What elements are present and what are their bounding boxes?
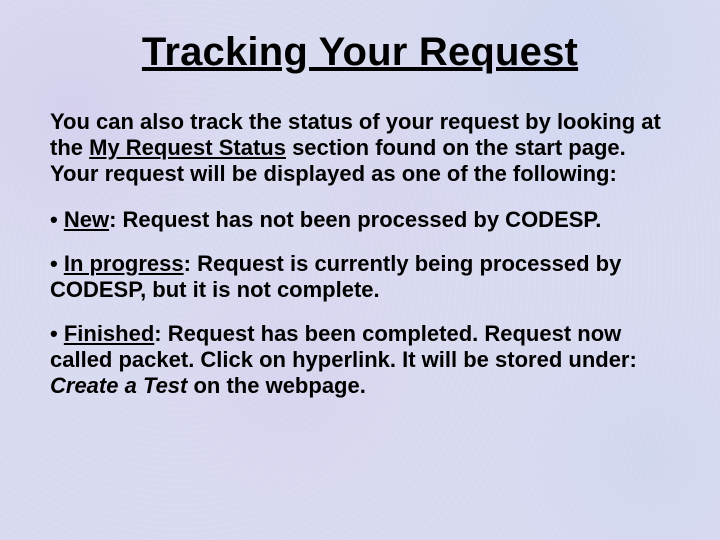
page-title: Tracking Your Request (50, 30, 670, 75)
intro-section-name: My Request Status (89, 135, 286, 160)
bullet-marker: • (50, 207, 64, 232)
intro-paragraph: You can also track the status of your re… (50, 109, 670, 187)
bullet-text-after: on the webpage. (187, 373, 365, 398)
slide: Tracking Your Request You can also track… (0, 0, 720, 540)
bullet-label-new: New (64, 207, 109, 232)
bullet-marker: • (50, 251, 64, 276)
bullet-label-in-progress: In progress (64, 251, 184, 276)
bullet-in-progress: • In progress: Request is currently bein… (50, 251, 670, 303)
bullet-italic-create-a-test: Create a Test (50, 373, 187, 398)
bullet-marker: • (50, 321, 64, 346)
bullet-text: : Request has not been processed by CODE… (109, 207, 601, 232)
bullet-new: • New: Request has not been processed by… (50, 207, 670, 233)
bullet-label-finished: Finished (64, 321, 154, 346)
bullet-finished: • Finished: Request has been completed. … (50, 321, 670, 399)
